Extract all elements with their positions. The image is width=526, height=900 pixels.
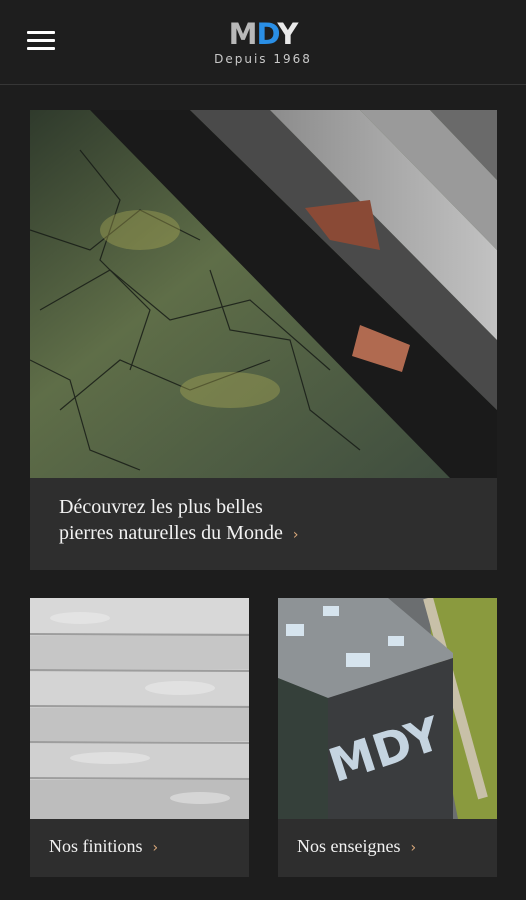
hero-caption-line1: Découvrez les plus belles [59,496,263,518]
white-stone-texture-image [30,598,249,819]
finitions-card[interactable]: Nos finitions › [30,598,249,877]
logo-tagline: Depuis 1968 [214,52,312,66]
finitions-caption: Nos finitions › [49,836,158,857]
mdy-logo[interactable]: MDY Depuis 1968 [208,17,318,67]
hero-caption: Découvrez les plus belles pierres nature… [59,494,479,548]
enseignes-caption: Nos enseignes › [297,836,416,857]
hamburger-menu-icon[interactable] [27,31,55,51]
natural-stones-card[interactable]: Découvrez les plus belles pierres nature… [30,110,497,570]
app-header: MDY Depuis 1968 [0,0,526,85]
mdy-building-image: MDY [278,598,497,819]
logo-wordmark: MDY [228,17,299,51]
enseignes-card[interactable]: MDY Nos enseignes › [278,598,497,877]
chevron-right-icon: › [152,840,159,856]
hero-caption-line2: pierres naturelles du Monde [59,522,283,544]
marble-stone-image [30,110,497,478]
chevron-right-icon: › [292,527,299,543]
finitions-label: Nos finitions [49,836,143,856]
chevron-right-icon: › [410,840,417,856]
enseignes-label: Nos enseignes [297,836,401,856]
